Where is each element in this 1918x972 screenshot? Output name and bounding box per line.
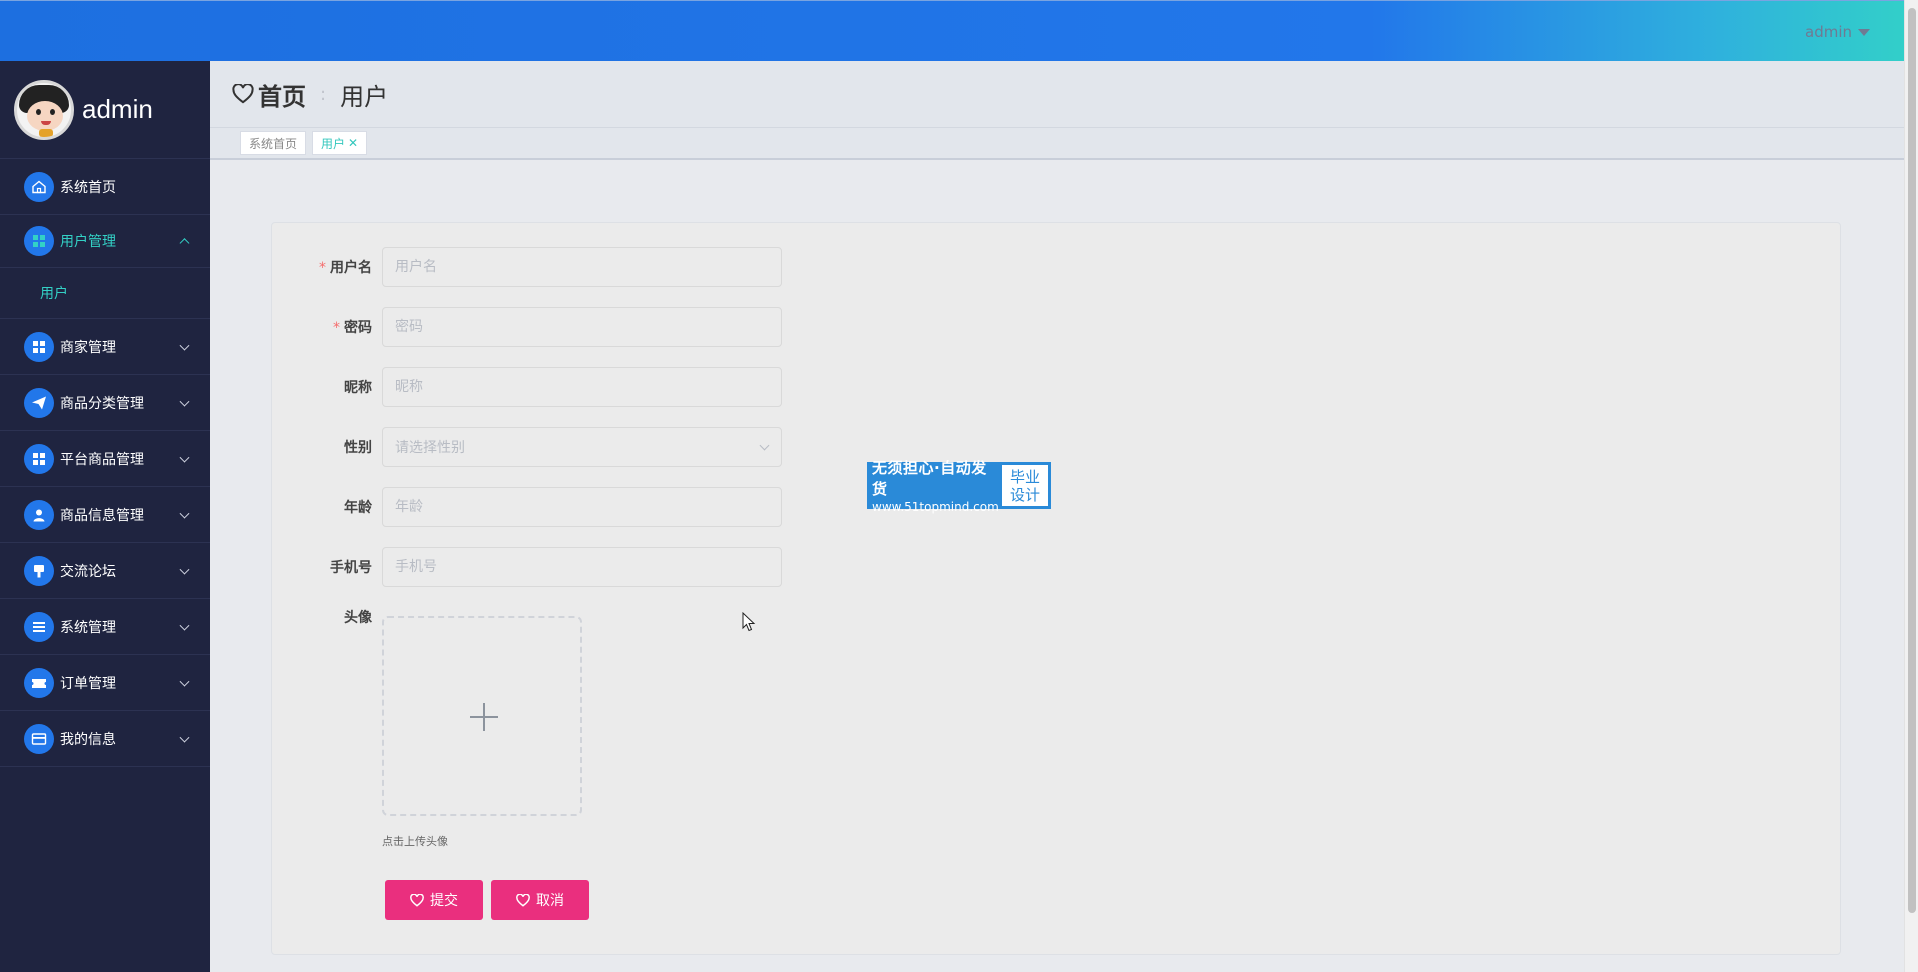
sidebar-item-label: 系统首页 (60, 179, 116, 196)
sidebar-item-label: 订单管理 (60, 675, 116, 692)
heart-icon (410, 893, 424, 907)
gender-label: 性别 (344, 440, 372, 456)
gender-select[interactable]: 请选择性别 (382, 427, 782, 467)
user-menu[interactable]: admin (1805, 23, 1870, 41)
scrollbar-thumb[interactable] (1908, 8, 1916, 913)
profile-name: admin (82, 94, 153, 124)
chevron-down-icon (179, 340, 190, 351)
brush-icon (24, 555, 54, 586)
sidebar-item-user-management[interactable]: 用户管理 (0, 215, 210, 268)
heart-icon (516, 893, 530, 907)
ticket-icon (24, 667, 54, 698)
chevron-down-icon (179, 396, 190, 407)
sidebar-item-label: 我的信息 (60, 731, 116, 748)
sidebar-item-system-management[interactable]: 系统管理 (0, 599, 210, 655)
password-input[interactable] (382, 307, 782, 347)
form-row-phone: 手机号 (272, 547, 872, 587)
chevron-down-icon (179, 508, 190, 519)
user-icon (24, 499, 54, 530)
avatar-upload[interactable] (382, 616, 582, 816)
watermark-line2: www.51topmind.com (872, 500, 999, 514)
password-label: * 密码 (333, 320, 372, 336)
form-row-password: * 密码 (272, 307, 872, 347)
chevron-down-icon (179, 620, 190, 631)
age-label: 年龄 (344, 500, 372, 516)
submit-button[interactable]: 提交 (385, 880, 483, 920)
list-icon (24, 611, 54, 642)
home-icon (24, 171, 54, 202)
main-content: 首页 : 用户 系统首页 用户 ✕ *用户名 *密码 昵称 性别 请选择性别 (210, 61, 1904, 972)
sidebar-item-label: 系统管理 (60, 619, 116, 636)
age-input[interactable] (382, 487, 782, 527)
tag-home[interactable]: 系统首页 (240, 131, 307, 155)
sidebar-item-label: 商品分类管理 (60, 395, 144, 412)
chevron-up-icon (179, 238, 190, 249)
username-input[interactable] (382, 247, 782, 287)
send-icon (24, 387, 54, 418)
sidebar-subitem-user[interactable]: 用户 (0, 268, 210, 319)
sidebar-item-order-management[interactable]: 订单管理 (0, 655, 210, 711)
chevron-down-icon (179, 676, 190, 687)
sidebar-item-label: 平台商品管理 (60, 451, 144, 468)
profile: admin (0, 61, 210, 159)
sidebar-item-merchant-management[interactable]: 商家管理 (0, 319, 210, 375)
gender-select-placeholder: 请选择性别 (382, 427, 782, 467)
close-icon[interactable]: ✕ (348, 136, 358, 150)
breadcrumb-home-label: 首页 (258, 82, 306, 111)
sidebar-item-home[interactable]: 系统首页 (0, 159, 210, 215)
watermark-right-line2: 设计 (1009, 485, 1040, 504)
watermark-line1: 无须担心·自动发货 (872, 459, 987, 498)
form-row-gender: 性别 请选择性别 (272, 427, 872, 467)
watermark-badge: 无须担心·自动发货 www.51topmind.com 毕业 设计 (867, 459, 1051, 514)
chevron-down-icon (179, 732, 190, 743)
tag-user[interactable]: 用户 ✕ (312, 131, 368, 155)
card-icon (24, 723, 54, 754)
grid-icon (24, 226, 54, 256)
watermark-right-line1: 毕业 (1009, 467, 1040, 486)
top-bar: admin (0, 0, 1904, 61)
form-row-nickname: 昵称 (272, 367, 872, 407)
sidebar-item-label: 商家管理 (60, 339, 116, 356)
page-scrollbar[interactable] (1904, 0, 1918, 972)
sidebar-item-label: 用户管理 (60, 234, 116, 250)
tag-label: 用户 (321, 136, 346, 151)
breadcrumb-current: 用户 (340, 82, 389, 111)
tags-view: 系统首页 用户 ✕ (210, 127, 1904, 160)
caret-down-icon (1858, 28, 1870, 36)
sidebar-item-goods-info[interactable]: 商品信息管理 (0, 487, 210, 543)
sidebar-item-platform-goods[interactable]: 平台商品管理 (0, 431, 210, 487)
upload-tip: 点击上传头像 (382, 835, 448, 848)
form-card: *用户名 *密码 昵称 性别 请选择性别 年龄 手机号 头像 (271, 222, 1841, 955)
breadcrumb-separator: : (320, 83, 327, 105)
avatar (14, 79, 74, 140)
grid-icon (24, 331, 54, 362)
mouse-cursor-icon (742, 612, 756, 632)
sidebar-item-label: 商品信息管理 (60, 507, 144, 524)
sidebar-item-category-management[interactable]: 商品分类管理 (0, 375, 210, 431)
sidebar-item-forum[interactable]: 交流论坛 (0, 543, 210, 599)
username-label: * 用户名 (319, 260, 372, 276)
phone-label: 手机号 (330, 560, 372, 576)
sidebar-item-label: 交流论坛 (60, 563, 116, 580)
chevron-down-icon (179, 452, 190, 463)
form-row-age: 年龄 (272, 487, 872, 527)
cancel-button[interactable]: 取消 (491, 880, 589, 920)
heart-icon (232, 84, 254, 104)
avatar-label: 头像 (344, 610, 372, 626)
breadcrumb: 首页 : 用户 (210, 61, 1904, 127)
sidebar: admin 系统首页 用户管理 用户 商家管理 商品分类管理 平台商品管理 商品… (0, 61, 210, 972)
form-row-username: * 用户名 (272, 247, 872, 287)
phone-input[interactable] (382, 547, 782, 587)
grid-icon (24, 443, 54, 474)
sidebar-item-my-info[interactable]: 我的信息 (0, 711, 210, 767)
cancel-button-label: 取消 (536, 892, 564, 908)
nickname-input[interactable] (382, 367, 782, 407)
submit-button-label: 提交 (430, 892, 458, 908)
chevron-down-icon (179, 564, 190, 575)
user-menu-label: admin (1805, 23, 1852, 41)
nickname-label: 昵称 (344, 380, 372, 396)
breadcrumb-home[interactable]: 首页 (232, 77, 306, 112)
